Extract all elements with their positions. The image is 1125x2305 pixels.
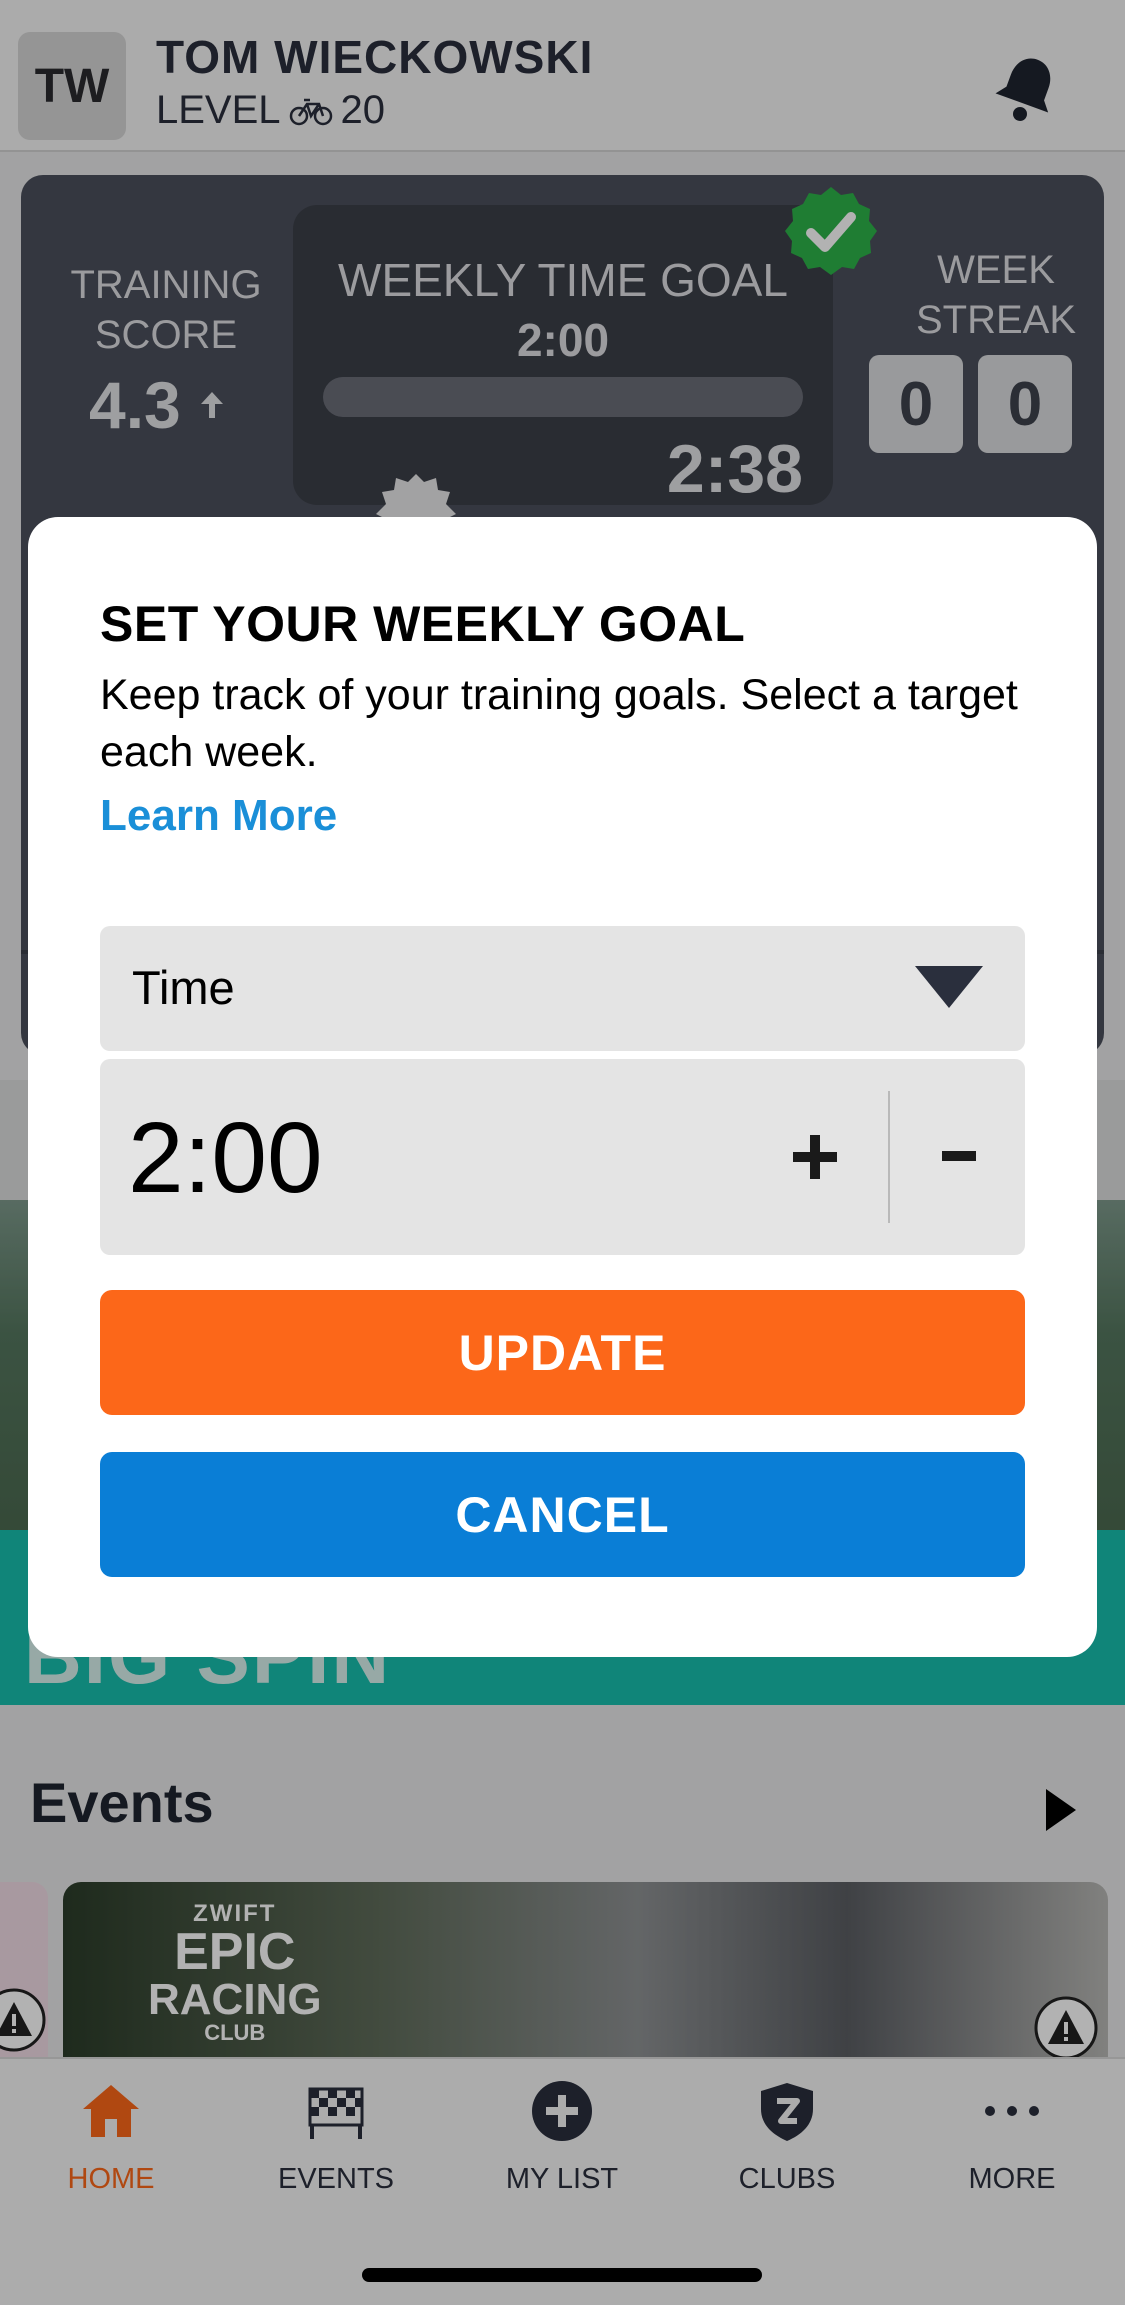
decrement-button[interactable] (892, 1099, 1025, 1215)
goal-value-stepper: 2:00 (100, 1059, 1025, 1255)
plus-icon (793, 1135, 837, 1179)
learn-more-link[interactable]: Learn More (100, 791, 337, 841)
goal-value: 2:00 (128, 1102, 323, 1214)
dialog-title: SET YOUR WEEKLY GOAL (100, 596, 746, 652)
dialog-description: Keep track of your training goals. Selec… (100, 671, 1018, 776)
goal-type-value: Time (132, 961, 235, 1014)
caret-down-icon (915, 966, 983, 1008)
increment-button[interactable] (740, 1099, 890, 1215)
stepper-divider (888, 1091, 890, 1223)
goal-type-select[interactable]: Time (100, 926, 1025, 1051)
update-button[interactable]: UPDATE (100, 1290, 1025, 1415)
minus-icon (941, 1151, 976, 1161)
cancel-button[interactable]: CANCEL (100, 1452, 1025, 1577)
weekly-goal-dialog: SET YOUR WEEKLY GOAL Keep track of your … (28, 517, 1097, 1657)
